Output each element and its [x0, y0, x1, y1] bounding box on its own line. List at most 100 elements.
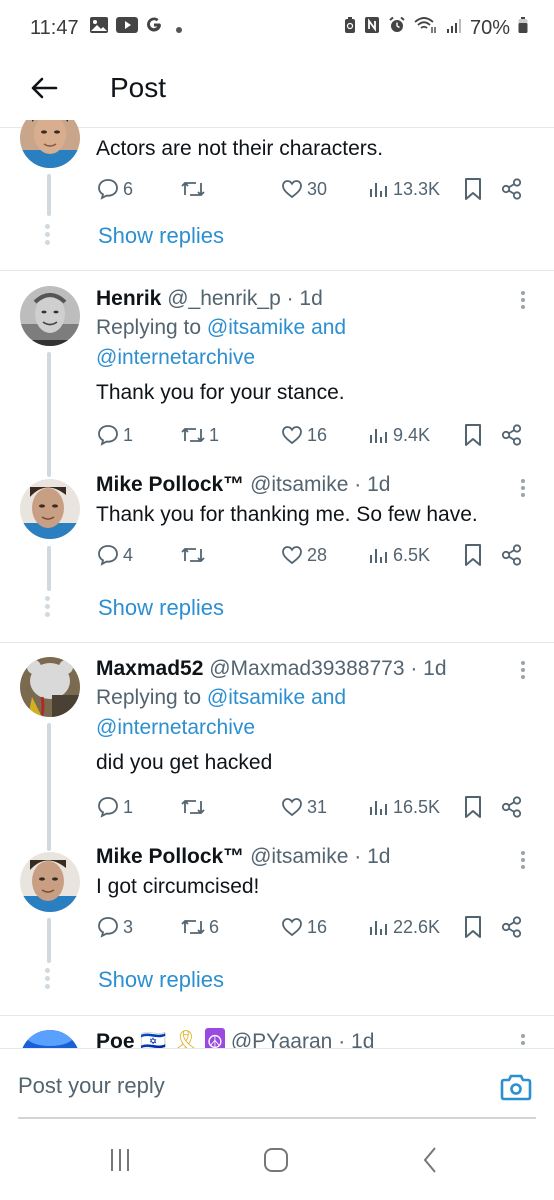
bookmark-button[interactable] — [462, 175, 484, 203]
repost-button[interactable] — [180, 175, 209, 203]
reply-button[interactable]: 1 — [96, 793, 133, 821]
post-time: · 1d — [338, 1030, 375, 1048]
avatar[interactable] — [20, 657, 80, 717]
display-name[interactable]: Poe — [96, 1030, 135, 1048]
like-button[interactable]: 28 — [280, 541, 327, 569]
share-button[interactable] — [500, 421, 524, 449]
camera-button[interactable] — [500, 1073, 532, 1106]
repost-button[interactable] — [180, 541, 209, 569]
show-replies-link[interactable]: Show replies — [98, 595, 224, 621]
repost-button[interactable] — [180, 793, 209, 821]
show-replies-link[interactable]: Show replies — [98, 223, 224, 249]
reply-composer — [0, 1048, 554, 1122]
share-button[interactable] — [500, 793, 524, 821]
gallery-icon — [89, 16, 109, 40]
back-button[interactable] — [22, 66, 66, 110]
display-name[interactable]: Mike Pollock™ — [96, 473, 244, 496]
bookmark-button[interactable] — [462, 541, 484, 569]
avatar[interactable] — [20, 286, 80, 346]
like-count: 16 — [307, 424, 328, 445]
like-button[interactable]: 31 — [280, 793, 327, 821]
user-handle[interactable]: @Maxmad39388773 — [209, 657, 404, 680]
tweet-mike-thanking[interactable]: Mike Pollock™ @itsamike · 1d Thank you f… — [0, 471, 554, 641]
like-button[interactable]: 16 — [280, 421, 327, 449]
reply-button[interactable]: 3 — [96, 913, 133, 941]
views-icon — [370, 429, 387, 443]
tweet-poe[interactable]: Poe 🇮🇱 🎗 ☮ @PYaaran · 1d — [0, 1016, 554, 1048]
bookmark-icon — [465, 916, 481, 938]
share-button[interactable] — [500, 175, 524, 203]
repost-icon — [181, 548, 205, 562]
share-button[interactable] — [500, 541, 524, 569]
tweet-mike-circumcised[interactable]: Mike Pollock™ @itsamike · 1d I got circu… — [0, 843, 554, 1015]
reply-button[interactable]: 6 — [96, 175, 133, 203]
bookmark-button[interactable] — [462, 793, 484, 821]
reply-icon — [98, 917, 118, 938]
recent-apps-icon — [111, 1149, 129, 1171]
view-count: 16.5K — [393, 796, 441, 817]
post-time: · 1d — [354, 845, 391, 868]
thread-line — [47, 546, 51, 591]
peace-symbol-icon: ☮ — [204, 1028, 226, 1048]
views-button[interactable]: 9.4K — [368, 421, 430, 449]
reply-count: 3 — [123, 916, 134, 937]
reply-feed[interactable]: Actors are not their characters. 6 30 13… — [0, 120, 554, 1048]
home-button[interactable] — [246, 1140, 306, 1180]
bookmark-icon — [465, 544, 481, 566]
display-name[interactable]: Mike Pollock™ — [96, 845, 244, 868]
avatar[interactable] — [20, 852, 80, 912]
repost-icon — [181, 800, 205, 814]
avatar[interactable] — [20, 120, 80, 168]
like-button[interactable]: 30 — [280, 175, 327, 203]
avatar[interactable] — [20, 1030, 80, 1048]
avatar[interactable] — [20, 479, 80, 539]
post-time: · 1d — [410, 657, 447, 680]
more-options-button[interactable] — [518, 479, 528, 497]
reply-button[interactable]: 1 — [96, 421, 133, 449]
views-button[interactable]: 22.6K — [368, 913, 440, 941]
like-button[interactable]: 16 — [280, 913, 327, 941]
display-name[interactable]: Henrik — [96, 287, 161, 310]
more-options-button[interactable] — [518, 661, 528, 679]
nav-back-button[interactable] — [400, 1140, 460, 1180]
like-count: 30 — [307, 178, 328, 199]
user-handle[interactable]: @itsamike — [250, 845, 348, 868]
share-button[interactable] — [500, 913, 524, 941]
repost-button[interactable]: 6 — [180, 913, 219, 941]
tweet-maxmad52[interactable]: Maxmad52 @Maxmad39388773 · 1d Replying t… — [0, 643, 554, 851]
repost-button[interactable]: 1 — [180, 421, 219, 449]
user-handle[interactable]: @itsamike — [250, 473, 348, 496]
views-button[interactable]: 6.5K — [368, 541, 430, 569]
tweet-text: Thank you for your stance. — [96, 381, 345, 404]
more-options-button[interactable] — [518, 1034, 528, 1048]
more-options-button[interactable] — [518, 291, 528, 309]
repost-count: 6 — [209, 916, 220, 937]
reply-count: 4 — [123, 544, 134, 565]
bookmark-icon — [465, 178, 481, 200]
bookmark-button[interactable] — [462, 421, 484, 449]
show-replies-link[interactable]: Show replies — [98, 967, 224, 993]
recent-apps-button[interactable] — [90, 1140, 150, 1180]
display-name[interactable]: Maxmad52 — [96, 657, 203, 680]
user-handle[interactable]: @_henrik_p — [167, 287, 281, 310]
bookmark-button[interactable] — [462, 913, 484, 941]
views-button[interactable]: 13.3K — [368, 175, 440, 203]
reply-input[interactable] — [18, 1073, 458, 1099]
tweet-mike-actors[interactable]: Actors are not their characters. 6 30 13… — [0, 120, 554, 268]
reply-icon — [98, 545, 118, 566]
heart-icon — [282, 546, 302, 565]
heart-icon — [282, 798, 302, 817]
like-count: 16 — [307, 916, 328, 937]
tweet-henrik[interactable]: Henrik @_henrik_p · 1d Replying to @itsa… — [0, 271, 554, 477]
battery-icon — [518, 16, 528, 40]
view-count: 13.3K — [393, 178, 441, 199]
share-icon — [501, 424, 522, 446]
reply-button[interactable]: 4 — [96, 541, 133, 569]
thread-line — [47, 174, 51, 216]
reply-icon — [98, 179, 118, 200]
user-handle[interactable]: @PYaaran — [231, 1030, 332, 1048]
view-count: 6.5K — [393, 544, 431, 565]
views-button[interactable]: 16.5K — [368, 793, 440, 821]
israel-flag-icon: 🇮🇱 — [140, 1030, 167, 1048]
more-options-button[interactable] — [518, 851, 528, 869]
